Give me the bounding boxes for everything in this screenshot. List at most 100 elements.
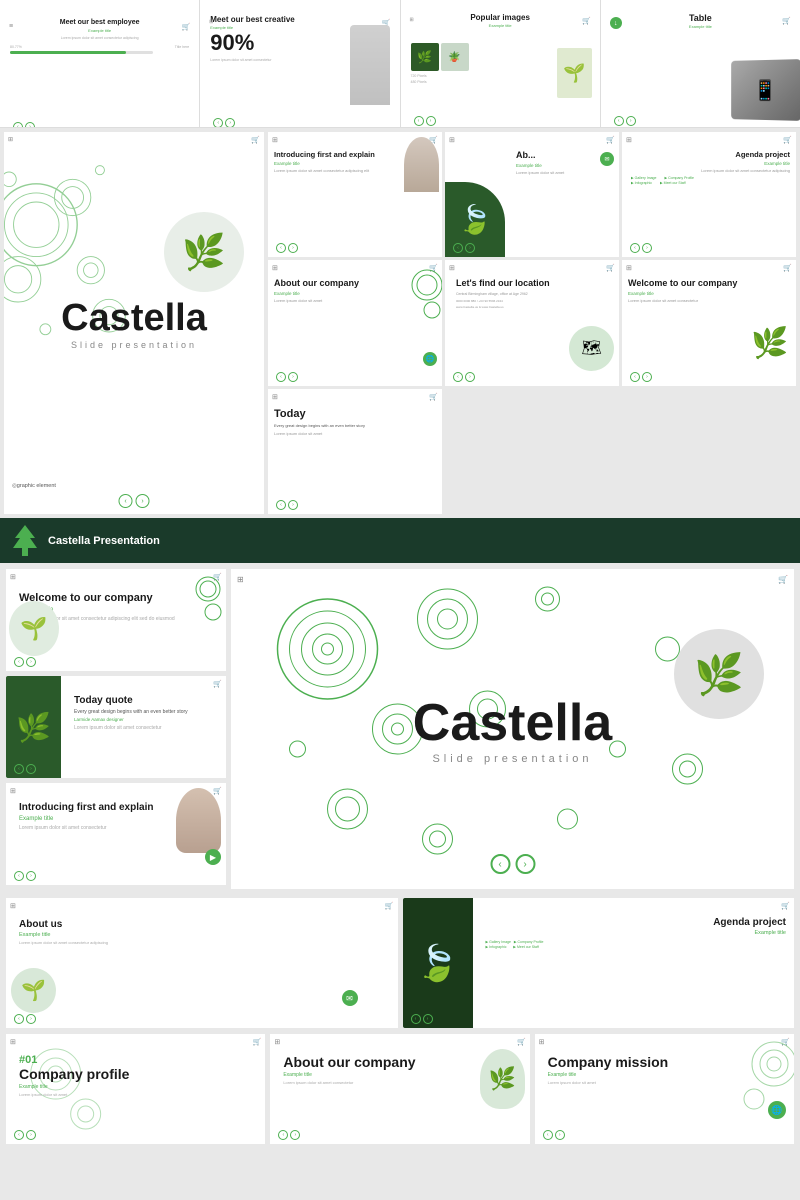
thumb4-nav: ‹ › [614,116,636,126]
vbn1-r[interactable]: › [26,1130,36,1140]
sg-nav-l4[interactable]: ‹ [276,372,286,382]
thumb3-plant: 🌱 [557,48,592,98]
slide5-addr: Central Birmingham village, office at Ag… [456,292,613,297]
sg-nav-l1[interactable]: ‹ [276,243,286,253]
slide-about-leaf[interactable]: ⊞ 🛒 🍃 Ab... Example title Lorem ipsum do… [445,132,619,257]
vbn3-r[interactable]: › [555,1130,565,1140]
sg-nav-r4[interactable]: › [288,372,298,382]
sg-nav-6: ‹ › [630,372,652,382]
thumb-creative[interactable]: 🛒 ⊞ Meet our best creative Example title… [200,0,400,128]
vb1-number: #01 [19,1054,257,1066]
slide-location[interactable]: ⊞ 🛒 Let's find our location Central Birm… [445,260,619,385]
deco-c-w [193,574,223,629]
nav-right-3[interactable]: › [426,116,436,126]
sg-grid-6: ⊞ [626,264,632,272]
slide-intro-main[interactable]: ⊞ 🛒 Introducing first and explain Exampl… [6,783,226,885]
main-nav-right[interactable]: › [136,494,150,508]
bsn2-l[interactable]: ‹ [411,1014,421,1024]
bottom-bar-label: Castella Presentation [48,535,160,547]
thumb-employee[interactable]: 🛒 ≡ Meet our best employee Example title… [0,0,200,128]
sg-nav-5: ‹ › [453,372,475,382]
main-castella-slide[interactable]: 🌿 Castella Slide presentation ‹ › 🛒 ⊞ ◎g… [4,132,264,514]
mn2-l[interactable]: ‹ [14,764,24,774]
slide-about-us[interactable]: ⊞ 🛒 About us Example title Lorem ipsum d… [6,898,398,1028]
slide-welcome-r[interactable]: ⊞ 🛒 Welcome to our company Example title… [622,260,796,385]
mn2-r[interactable]: › [26,764,36,774]
vbn2-r[interactable]: › [290,1130,300,1140]
mslide2-author: Larmide Aamax designer [74,717,218,722]
sg-grid-3: ⊞ [626,136,632,144]
big-leaf-agenda: 🍃 [403,898,473,1028]
plant-about-us: 🌱 [11,968,56,1013]
slide5-web: www.Castella.us & www.Castella.us [456,305,613,309]
mslide-cart-3: 🛒 [213,787,222,795]
nav-right-1[interactable]: › [25,122,35,128]
slide7-title: Today [274,407,436,421]
nav-left-3[interactable]: ‹ [414,116,424,126]
mn1-l[interactable]: ‹ [14,657,24,667]
vb1-text: Lorem ipsum dolor sit amet [19,1092,257,1098]
monstera-bg-today: 🌿 [6,676,61,778]
mn3-r[interactable]: › [26,871,36,881]
mn3-l[interactable]: ‹ [14,871,24,881]
sg-nav-r1[interactable]: › [288,243,298,253]
thumb2-nav: ‹ › [213,118,235,128]
grid-icon-1: ≡ [9,23,13,30]
slide3-title: Agenda project [628,150,790,160]
sg-grid-4: ⊞ [272,264,278,272]
vbn3-l[interactable]: ‹ [543,1130,553,1140]
nav-right-2[interactable]: › [225,118,235,128]
sg-nav-2: ‹ › [453,243,475,253]
big-nav-left[interactable]: ‹ [490,854,510,874]
vbn2-l[interactable]: ‹ [278,1130,288,1140]
sg-nav-r7[interactable]: › [288,500,298,510]
top-thumbnail-row: 🛒 ≡ Meet our best employee Example title… [0,0,800,128]
slide-agenda-bottom[interactable]: ⊞ 🛒 🍃 Agenda project Example title ▶ Gal… [403,898,795,1028]
sg-nav-l7[interactable]: ‹ [276,500,286,510]
vb-grid-2: ⊞ [274,1038,280,1046]
slide-company-mission[interactable]: ⊞ 🛒 🌐 Company mission Example title Lore… [535,1034,794,1144]
mslide2-text: Lorem ipsum dolor sit amet consectetur [74,725,218,733]
big-castella-text: Castella Slide presentation [413,693,612,765]
slide-about-company-vb[interactable]: ⊞ 🛒 🌿 About our company Example title Lo… [270,1034,529,1144]
bsn1-r[interactable]: › [26,1014,36,1024]
thumb1-title: Meet our best employee [5,19,194,27]
slide6-text: Lorem ipsum dolor sit amet consectetur [628,298,790,304]
sg-nav-l6[interactable]: ‹ [630,372,640,382]
vb2-title: About our company [283,1054,521,1071]
sg-nav-r2[interactable]: › [465,243,475,253]
sg-nav-r6[interactable]: › [642,372,652,382]
slide2-text: Lorem ipsum dolor sit amet [516,170,613,176]
vb3-text: Lorem ipsum dolor sit amet [548,1080,786,1086]
slide-about-company[interactable]: ⊞ 🛒 About our company Example title Lore… [268,260,442,385]
sg-nav-l3[interactable]: ‹ [630,243,640,253]
nav-left-4[interactable]: ‹ [614,116,624,126]
thumb-popular[interactable]: 🛒 ⊞ Popular images Example title 🌿 🪴 720… [401,0,601,128]
bottom-slides-row: ⊞ 🛒 About us Example title Lorem ipsum d… [0,898,800,1034]
slide-today-r[interactable]: ⊞ 🛒 Today Every great design begins with… [268,389,442,514]
mn1-r[interactable]: › [26,657,36,667]
sg-nav-l5[interactable]: ‹ [453,372,463,382]
bsn1-l[interactable]: ‹ [14,1014,24,1024]
nav-left-2[interactable]: ‹ [213,118,223,128]
vbn1-l[interactable]: ‹ [14,1130,24,1140]
big-nav-right[interactable]: › [515,854,535,874]
plant-circle-main: 🌿 [164,212,244,292]
sg-nav-r3[interactable]: › [642,243,652,253]
globe-badge-mission: 🌐 [768,1101,786,1119]
main-nav-left[interactable]: ‹ [119,494,133,508]
nav-right-4[interactable]: › [626,116,636,126]
slide-company-profile[interactable]: ⊞ 🛒 #01 Company profile Example title Lo… [6,1034,265,1144]
thumb1-progress [10,51,153,54]
sg-nav-l2[interactable]: ‹ [453,243,463,253]
slide-introducing[interactable]: ⊞ 🛒 Introducing first and explain Exampl… [268,132,442,257]
slide-welcome-main[interactable]: ⊞ 🛒 Welcome to our company Example title… [6,569,226,671]
sg-nav-r5[interactable]: › [465,372,475,382]
bsn2-r[interactable]: › [423,1014,433,1024]
agenda-items-b: ▶ Gallery Image ▶ Company Profile ▶ Info… [486,940,787,949]
nav-left-1[interactable]: ‹ [13,122,23,128]
slide-today-quote[interactable]: ⊞ 🛒 🌿 Today quote Every great design beg… [6,676,226,778]
thumb-table[interactable]: 🛒 ↓ Table Example title 📱 ‹ › [601,0,800,128]
slide-agenda[interactable]: ⊞ 🛒 Agenda project Example title Lorem i… [622,132,796,257]
big-castella-slide[interactable]: ⊞ 🛒 [231,569,794,889]
